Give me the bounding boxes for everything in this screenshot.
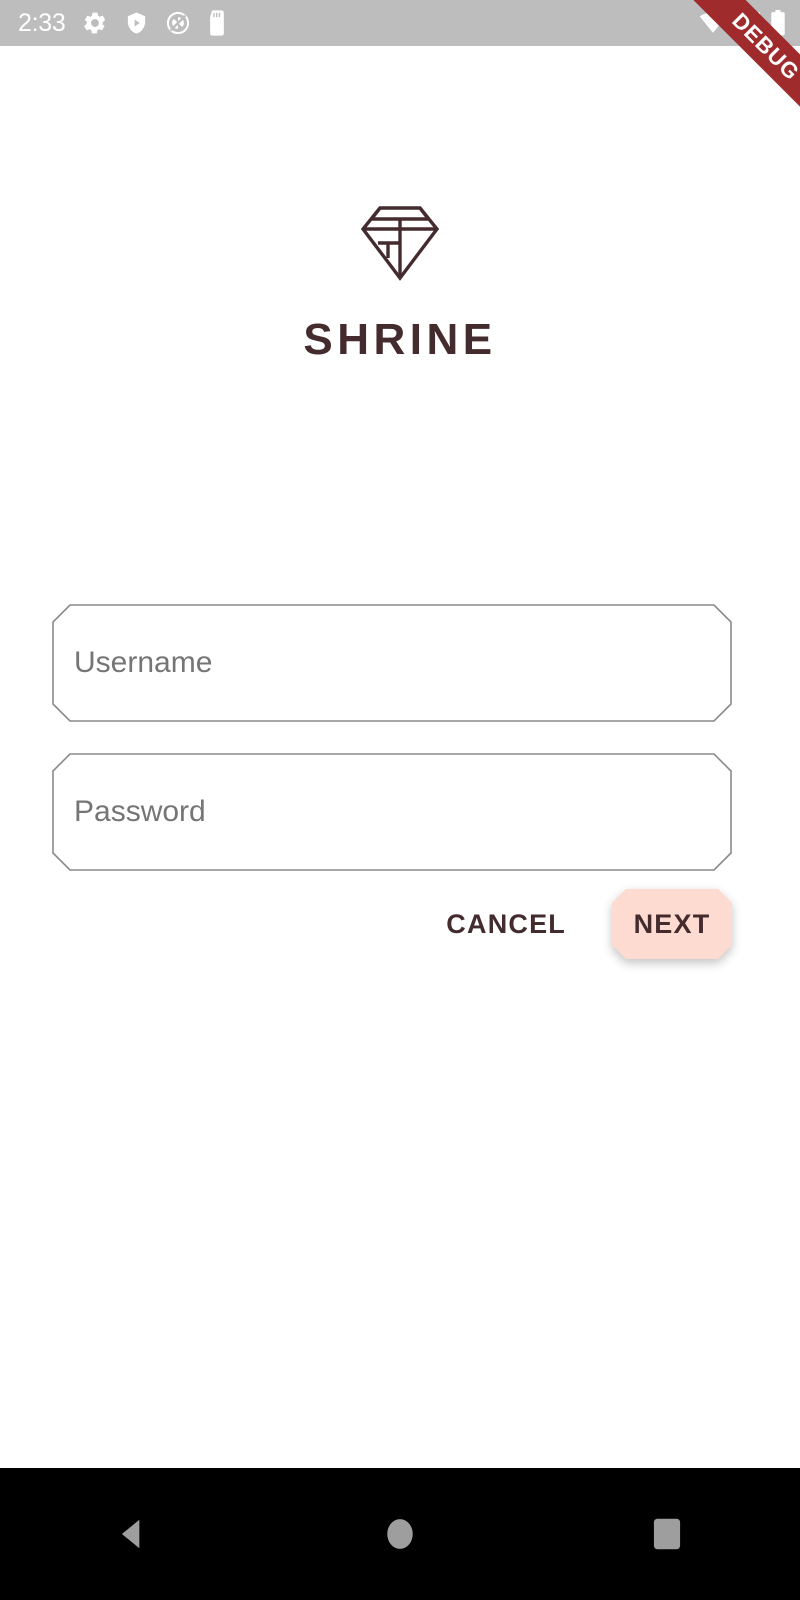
status-bar-right-group: [699, 10, 786, 36]
username-field-wrapper[interactable]: [52, 604, 732, 722]
form-actions: CANCEL NEXT: [52, 884, 732, 964]
username-input[interactable]: [52, 604, 732, 722]
shield-play-icon: [125, 10, 148, 36]
do-not-disturb-icon: [165, 10, 191, 36]
next-button[interactable]: NEXT: [612, 889, 732, 959]
status-bar-left-group: 2:33: [0, 10, 227, 36]
cancel-button[interactable]: CANCEL: [438, 895, 574, 954]
password-input[interactable]: [52, 753, 732, 871]
home-circle-icon: [387, 1519, 413, 1549]
back-triangle-icon: [122, 1519, 140, 1549]
login-form: [52, 604, 732, 902]
page-title: SHRINE: [303, 315, 497, 364]
android-nav-bar: [0, 1468, 800, 1600]
phone-screen: 2:33 DEBUG SHRINE Username CANCEL NEXT: [0, 0, 800, 1600]
status-bar-clock: 2:33: [18, 8, 66, 37]
password-field-wrapper[interactable]: [52, 753, 732, 871]
wifi-icon: [699, 12, 727, 34]
brand-block: SHRINE: [0, 203, 800, 364]
sd-card-icon: [208, 10, 227, 36]
status-bar: 2:33: [0, 0, 800, 46]
gear-icon: [82, 10, 108, 36]
recents-square-icon: [653, 1518, 680, 1550]
next-button-label: NEXT: [633, 909, 711, 939]
cell-signal-off-icon: [736, 12, 761, 34]
login-screen-content: SHRINE CANCEL NEXT: [0, 46, 800, 1468]
nav-back-button[interactable]: [63, 1468, 203, 1600]
nav-recents-button[interactable]: [597, 1468, 737, 1600]
nav-home-button[interactable]: [330, 1468, 470, 1600]
shrine-diamond-logo-icon: [360, 206, 440, 281]
battery-icon: [770, 10, 786, 36]
